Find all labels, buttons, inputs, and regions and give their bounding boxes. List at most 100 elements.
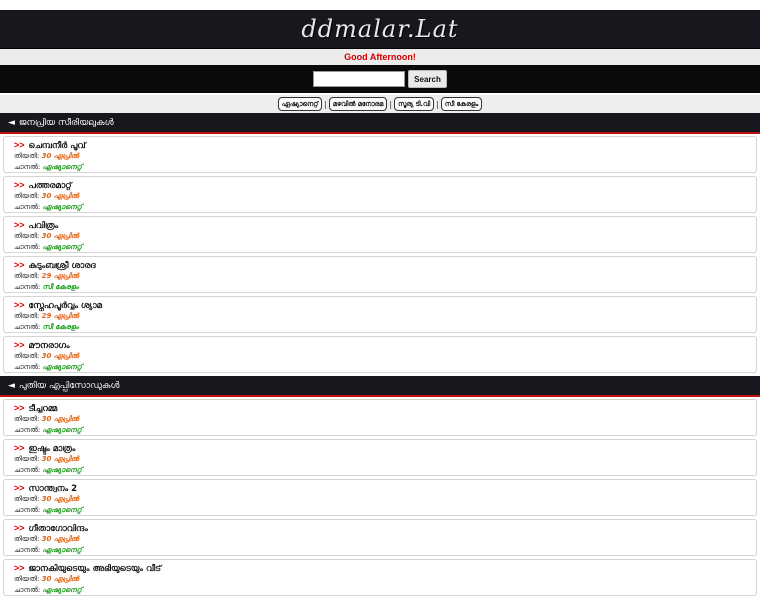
item-date: 30 ഏപ്രിൽ [41,192,79,200]
search-input[interactable] [313,71,406,87]
item-date-row: തിയതി: 30 ഏപ്രിൽ [14,351,756,362]
item-channel-row: ചാനൽ: ഏഷ്യാനെറ്റ് [14,465,756,476]
list-item[interactable]: >> ജാനകിയുടെയും അഭിയുടെയും വീട് തിയതി: 30 … [3,559,757,596]
list-item[interactable]: >> കുടുംബശ്രീ ശാരദ തിയതി: 29 ഏപ്രിൽ ചാനൽ: സ… [3,256,757,293]
item-date: 30 ഏപ്രിൽ [41,232,79,240]
site-logo[interactable]: ddmalar.Lat [301,15,458,43]
megaphone-icon: ◄ [8,117,15,128]
greeting-text: Good Afternoon! [344,52,416,62]
item-title-row: >> ഇഷ്ടം മാത്രം [14,442,756,454]
list-item[interactable]: >> ഗീതാഗോവിന്ദം തിയതി: 30 ഏപ്രിൽ ചാനൽ: ഏഷ്യ… [3,519,757,556]
item-title-row: >> സ്നേഹപൂർവ്വം ശ്യാമ [14,299,756,311]
item-channel: ഏഷ്യാനെറ്റ് [42,546,82,554]
list-item[interactable]: >> മൗനരാഗം തിയതി: 30 ഏപ്രിൽ ചാനൽ: ഏഷ്യാനെറ്… [3,336,757,373]
item-date-row: തിയതി: 30 ഏപ്രിൽ [14,454,756,465]
date-label: തിയതി: [14,152,40,160]
item-date: 30 ഏപ്രിൽ [41,455,79,463]
channel-label: ചാനൽ: [14,466,41,474]
channel-separator: | [436,99,439,109]
item-title-row: >> ജാനകിയുടെയും അഭിയുടെയും വീട് [14,562,756,574]
item-channel: ഏഷ്യാനെറ്റ് [42,203,82,211]
item-channel: ഏഷ്യാനെറ്റ് [42,466,82,474]
serial-title-link[interactable]: ടീച്ചറമ്മ [29,404,58,414]
item-title-row: >> മൗനരാഗം [14,339,756,351]
item-title-row: >> സാന്ത്വനം 2 [14,482,756,494]
item-channel: ഏഷ്യാനെറ്റ് [42,243,82,251]
item-title-row: >> പവിത്രം [14,219,756,231]
date-label: തിയതി: [14,495,40,503]
top-spacer [0,0,760,10]
channel-label: ചാനൽ: [14,283,41,291]
serial-title-link[interactable]: ഇഷ്ടം മാത്രം [29,444,76,454]
list-item[interactable]: >> പവിത്രം തിയതി: 30 ഏപ്രിൽ ചാനൽ: ഏഷ്യാനെറ്… [3,216,757,253]
serial-title-link[interactable]: മൗനരാഗം [29,341,70,351]
item-channel: ഏഷ്യാനെറ്റ് [42,586,82,594]
site-header: ddmalar.Lat [0,10,760,49]
list-item[interactable]: >> ടീച്ചറമ്മ തിയതി: 30 ഏപ്രിൽ ചാനൽ: ഏഷ്യാനെ… [3,399,757,436]
list-item[interactable]: >> സ്നേഹപൂർവ്വം ശ്യാമ തിയതി: 29 ഏപ്രിൽ ചാനൽ… [3,296,757,333]
item-channel-row: ചാനൽ: ഏഷ്യാനെറ്റ് [14,362,756,373]
section-header: ◄ ജനപ്രിയ സീരിയലുകൾ [0,113,760,134]
item-date-row: തിയതി: 30 ഏപ്രിൽ [14,414,756,425]
arrow-icon: >> [14,260,25,270]
date-label: തിയതി: [14,232,40,240]
channel-nav: ഏഷ്യാനെറ്റ് | മഴവിൽ മനോരമ | സൂര്യ ടി.വി | സീ ക… [0,95,760,113]
list-item[interactable]: >> സാന്ത്വനം 2 തിയതി: 30 ഏപ്രിൽ ചാനൽ: ഏഷ്യാ… [3,479,757,516]
date-label: തിയതി: [14,192,40,200]
channel-button[interactable]: മഴവിൽ മനോരമ [328,97,388,111]
arrow-icon: >> [14,443,25,453]
date-label: തിയതി: [14,312,40,320]
date-label: തിയതി: [14,352,40,360]
item-date-row: തിയതി: 30 ഏപ്രിൽ [14,534,756,545]
channel-button[interactable]: ഏഷ്യാനെറ്റ് [277,97,323,111]
item-title-row: >> ഗീതാഗോവിന്ദം [14,522,756,534]
item-date-row: തിയതി: 30 ഏപ്രിൽ [14,191,756,202]
arrow-icon: >> [14,523,25,533]
section-title: പുതിയ എപ്പിസോഡുകൾ [18,380,120,391]
greeting-bar: Good Afternoon! [0,49,760,65]
item-channel: സീ കേരളം [42,283,79,291]
item-date: 30 ഏപ്രിൽ [41,152,79,160]
serial-title-link[interactable]: പവിത്രം [29,221,59,231]
channel-label: ചാനൽ: [14,323,41,331]
serial-list: >> ചെമ്പനീർ പൂവ് തിയതി: 30 ഏപ്രിൽ ചാനൽ: ഏഷ്… [0,134,760,373]
serial-title-link[interactable]: സാന്ത്വനം 2 [29,484,78,494]
date-label: തിയതി: [14,415,40,423]
item-channel: ഏഷ്യാനെറ്റ് [42,506,82,514]
arrow-icon: >> [14,140,25,150]
list-item[interactable]: >> ഇഷ്ടം മാത്രം തിയതി: 30 ഏപ്രിൽ ചാനൽ: ഏഷ്യ… [3,439,757,476]
search-button[interactable]: Search [408,70,447,88]
item-date-row: തിയതി: 29 ഏപ്രിൽ [14,311,756,322]
section-title: ജനപ്രിയ സീരിയലുകൾ [18,117,114,128]
item-title-row: >> ടീച്ചറമ്മ [14,402,756,414]
item-channel-row: ചാനൽ: ഏഷ്യാനെറ്റ് [14,425,756,436]
channel-label: ചാനൽ: [14,163,41,171]
list-item[interactable]: >> പത്തരമാറ്റ് തിയതി: 30 ഏപ്രിൽ ചാനൽ: ഏഷ്യാ… [3,176,757,213]
channel-button[interactable]: സൂര്യ ടി.വി [394,97,435,111]
date-label: തിയതി: [14,575,40,583]
list-item[interactable]: >> ചെമ്പനീർ പൂവ് തിയതി: 30 ഏപ്രിൽ ചാനൽ: ഏഷ്… [3,136,757,173]
item-date: 29 ഏപ്രിൽ [41,312,79,320]
serial-list: >> ടീച്ചറമ്മ തിയതി: 30 ഏപ്രിൽ ചാനൽ: ഏഷ്യാനെ… [0,397,760,596]
serial-title-link[interactable]: ജാനകിയുടെയും അഭിയുടെയും വീട് [29,564,162,574]
serial-title-link[interactable]: സ്നേഹപൂർവ്വം ശ്യാമ [29,301,102,311]
date-label: തിയതി: [14,455,40,463]
channel-button[interactable]: സീ കേരളം [440,97,483,111]
channel-label: ചാനൽ: [14,203,41,211]
serial-title-link[interactable]: കുടുംബശ്രീ ശാരദ [29,261,96,271]
date-label: തിയതി: [14,272,40,280]
serial-title-link[interactable]: ചെമ്പനീർ പൂവ് [29,141,86,151]
arrow-icon: >> [14,180,25,190]
item-date-row: തിയതി: 30 ഏപ്രിൽ [14,574,756,585]
item-date: 30 ഏപ്രിൽ [41,535,79,543]
megaphone-icon: ◄ [8,380,15,391]
item-channel: ഏഷ്യാനെറ്റ് [42,363,82,371]
serial-title-link[interactable]: പത്തരമാറ്റ് [29,181,72,191]
item-channel-row: ചാനൽ: ഏഷ്യാനെറ്റ് [14,242,756,253]
channel-label: ചാനൽ: [14,586,41,594]
item-date-row: തിയതി: 29 ഏപ്രിൽ [14,271,756,282]
arrow-icon: >> [14,300,25,310]
item-channel-row: ചാനൽ: ഏഷ്യാനെറ്റ് [14,202,756,213]
serial-title-link[interactable]: ഗീതാഗോവിന്ദം [29,524,88,534]
item-date: 30 ഏപ്രിൽ [41,415,79,423]
